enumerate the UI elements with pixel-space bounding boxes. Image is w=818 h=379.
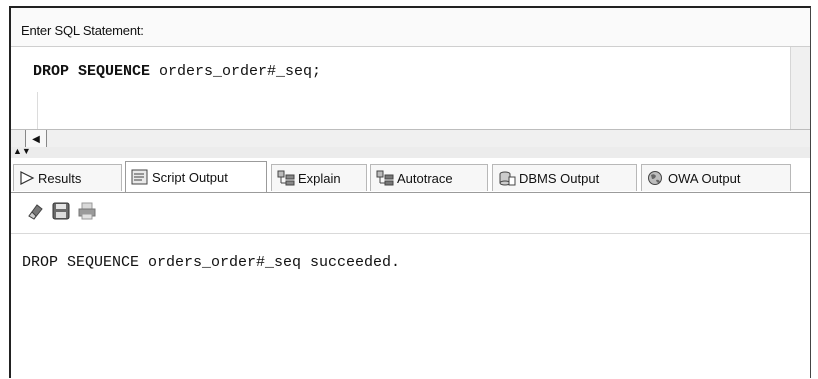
tab-script-output-label: Script Output — [152, 169, 228, 185]
print-output-button[interactable] — [77, 201, 97, 226]
tab-script-output[interactable]: Script Output — [125, 161, 267, 192]
explain-plan-icon — [277, 170, 295, 186]
autotrace-icon — [376, 170, 394, 186]
panel-splitter[interactable]: ▲▼ — [11, 146, 810, 158]
sql-keyword: DROP SEQUENCE — [33, 63, 151, 80]
splitter-arrows-icon[interactable]: ▲▼ — [13, 146, 31, 157]
print-icon — [77, 201, 97, 226]
sql-header: Enter SQL Statement: — [11, 8, 810, 47]
script-output-icon — [131, 169, 149, 185]
sql-label: Enter SQL Statement: — [21, 23, 144, 38]
tab-owa-output-label: OWA Output — [668, 170, 741, 186]
sql-statement-rest: orders_order#_seq; — [150, 63, 322, 80]
play-arrow-icon — [19, 171, 35, 185]
tab-explain-label: Explain — [298, 170, 341, 186]
tab-results[interactable]: Results — [13, 164, 122, 191]
tab-dbms-output-label: DBMS Output — [519, 170, 600, 186]
script-output-pane[interactable]: DROP SEQUENCE orders_order#_seq succeede… — [11, 233, 810, 379]
tab-owa-output[interactable]: OWA Output — [641, 164, 791, 191]
editor-horizontal-scrollbar[interactable]: ◀ — [11, 129, 810, 149]
editor-vertical-scrollbar[interactable] — [790, 47, 810, 129]
sql-editor[interactable]: DROP SEQUENCE orders_order#_seq; — [11, 47, 791, 162]
tab-dbms-output[interactable]: DBMS Output — [492, 164, 637, 191]
save-output-button[interactable] — [51, 202, 71, 225]
script-output-text: DROP SEQUENCE orders_order#_seq succeede… — [22, 254, 401, 271]
sql-worksheet-window: Enter SQL Statement: DROP SEQUENCE order… — [9, 6, 811, 379]
output-toolbar — [11, 193, 810, 233]
clear-output-button[interactable] — [25, 203, 45, 223]
arrow-left-icon: ◀ — [32, 133, 40, 145]
dbms-output-icon — [498, 170, 516, 186]
tab-explain[interactable]: Explain — [271, 164, 367, 191]
output-tab-bar: Results Script Output Explain Autotrace — [11, 158, 810, 193]
eraser-icon — [25, 201, 45, 226]
save-icon — [52, 202, 70, 225]
owa-globe-icon — [647, 170, 665, 186]
tab-autotrace[interactable]: Autotrace — [370, 164, 488, 191]
tab-results-label: Results — [38, 170, 82, 186]
tab-autotrace-label: Autotrace — [397, 170, 453, 186]
sql-statement-line[interactable]: DROP SEQUENCE orders_order#_seq; — [33, 63, 321, 80]
